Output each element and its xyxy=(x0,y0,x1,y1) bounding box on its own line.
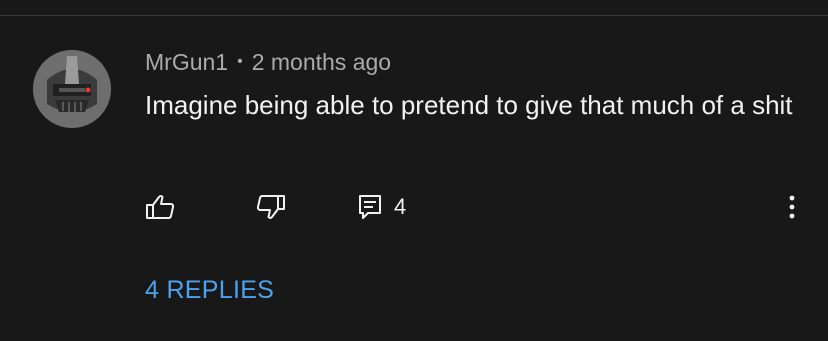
author-name[interactable]: MrGun1 xyxy=(145,49,228,76)
comment-screen: MrGun1 • 2 months ago Imagine being able… xyxy=(0,0,828,341)
reply-button[interactable]: 4 xyxy=(358,190,406,224)
comment-timestamp: 2 months ago xyxy=(251,48,392,75)
avatar[interactable] xyxy=(33,50,111,128)
more-options-button[interactable] xyxy=(782,190,802,224)
comment-text: Imagine being able to pretend to give th… xyxy=(145,90,793,120)
like-button[interactable] xyxy=(145,190,175,224)
comment-icon xyxy=(359,195,381,219)
thumbs-up-icon xyxy=(146,195,175,219)
top-divider xyxy=(0,15,828,16)
view-replies-link[interactable]: 4 REPLIES xyxy=(145,276,274,305)
meta-separator: • xyxy=(237,53,243,70)
more-vert-icon xyxy=(789,195,795,219)
comment-meta: MrGun1 • 2 months ago xyxy=(145,48,391,76)
cylon-helmet-icon xyxy=(33,50,111,128)
comment-actions: 4 xyxy=(0,190,828,224)
dislike-button[interactable] xyxy=(256,190,286,224)
thumbs-down-icon xyxy=(256,195,285,219)
reply-count: 4 xyxy=(394,194,407,219)
